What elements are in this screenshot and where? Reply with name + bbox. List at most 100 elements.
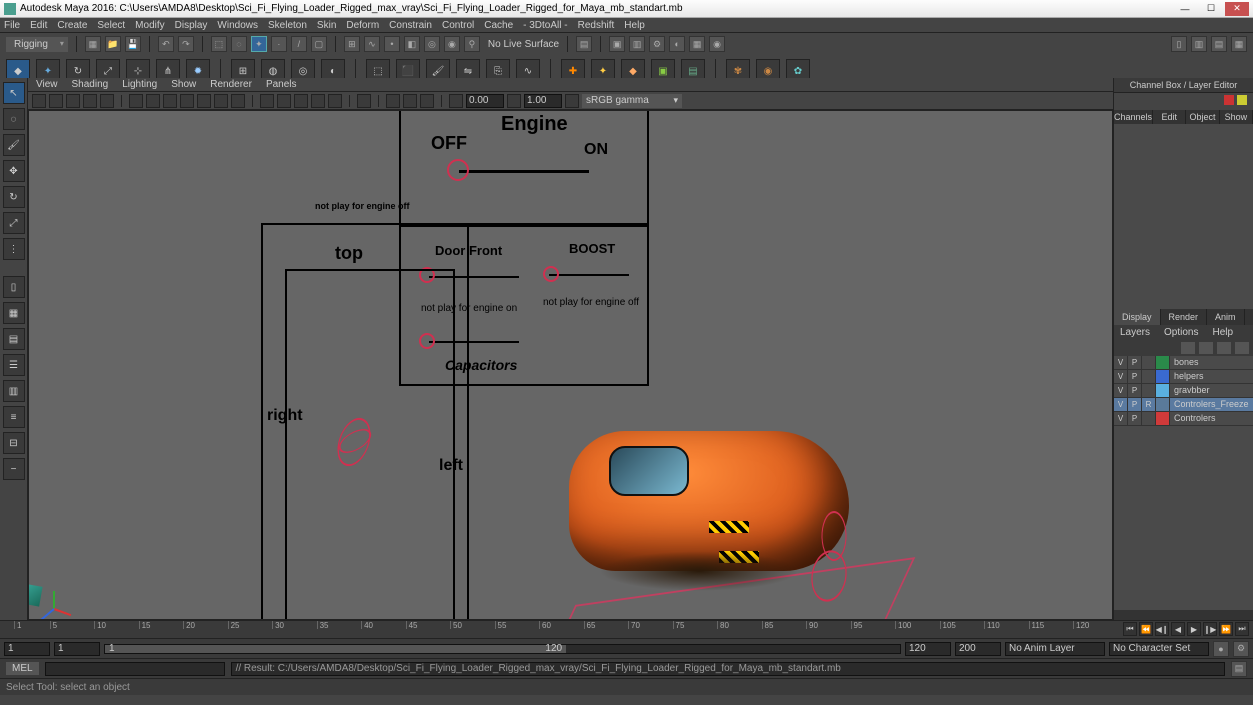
layout-outline-button[interactable]: ☰	[3, 354, 25, 376]
menu-select[interactable]: Select	[97, 20, 125, 31]
paint-tool-button[interactable]: 🖌	[3, 134, 25, 156]
vp-xray-comp-icon[interactable]	[420, 94, 434, 108]
snap-grid-icon[interactable]: ⊞	[344, 36, 360, 52]
vp-gamma-icon[interactable]	[507, 94, 521, 108]
snap-point-icon[interactable]: •	[384, 36, 400, 52]
menu-control[interactable]: Control	[442, 20, 474, 31]
render-frame-icon[interactable]: ▣	[609, 36, 625, 52]
layer-playback-toggle[interactable]: P	[1128, 412, 1142, 425]
go-to-start-button[interactable]: ⏮	[1123, 622, 1137, 636]
open-scene-icon[interactable]: 📁	[105, 36, 121, 52]
lasso-tool-button[interactable]: ◌	[3, 108, 25, 130]
vp-safe-action-icon[interactable]	[214, 94, 228, 108]
character-set-dropdown[interactable]: No Character Set	[1109, 642, 1209, 656]
cb-tab-edit[interactable]: Edit	[1153, 110, 1186, 124]
layer-ref-toggle[interactable]	[1142, 384, 1156, 397]
layer-scrollbar[interactable]	[1114, 610, 1253, 620]
layer-menu-options[interactable]: Options	[1164, 327, 1198, 338]
layer-row-controlers[interactable]: VPControlers	[1114, 412, 1253, 426]
select-face-icon[interactable]: ▢	[311, 36, 327, 52]
hypershade-icon[interactable]: ◐	[669, 36, 685, 52]
panel-layout-2-icon[interactable]: ▥	[1191, 36, 1207, 52]
snap-curve-icon[interactable]: ∿	[364, 36, 380, 52]
layout-custom-button[interactable]: ⊟	[3, 432, 25, 454]
select-edge-icon[interactable]: /	[291, 36, 307, 52]
layer-visible-toggle[interactable]: V	[1114, 370, 1128, 383]
layer-color-swatch[interactable]	[1156, 384, 1170, 397]
layer-playback-toggle[interactable]: P	[1128, 384, 1142, 397]
panel-layout-1-icon[interactable]: ▯	[1171, 36, 1187, 52]
vp-textured-icon[interactable]	[294, 94, 308, 108]
layer-color-swatch[interactable]	[1156, 412, 1170, 425]
range-slider[interactable]: 1120	[104, 644, 901, 654]
layer-tab-display[interactable]: Display	[1114, 309, 1161, 325]
viewport[interactable]: Engine OFF ON not play for engine off Do…	[28, 110, 1113, 620]
paint-select-icon[interactable]: ✦	[251, 36, 267, 52]
panel-menu-panels[interactable]: Panels	[266, 79, 297, 90]
vp-image-plane-icon[interactable]	[66, 94, 80, 108]
range-start-field[interactable]: 1	[54, 642, 100, 656]
step-back-key-button[interactable]: ⏪	[1139, 622, 1153, 636]
layer-menu-help[interactable]: Help	[1212, 327, 1233, 338]
menu-dtoall[interactable]: - 3DtoAll -	[523, 20, 567, 31]
panel-menu-shading[interactable]: Shading	[72, 79, 109, 90]
exposure-value[interactable]: 0.00	[466, 94, 504, 108]
menu-cache[interactable]: Cache	[484, 20, 513, 31]
step-fwd-key-button[interactable]: ⏩	[1219, 622, 1233, 636]
vp-wireframe-icon[interactable]	[260, 94, 274, 108]
play-forward-button[interactable]: ▶	[1187, 622, 1201, 636]
vp-2d-pan-icon[interactable]	[83, 94, 97, 108]
layer-new-empty-icon[interactable]	[1217, 342, 1231, 354]
layer-menu-layers[interactable]: Layers	[1120, 327, 1150, 338]
vp-select-camera-icon[interactable]	[32, 94, 46, 108]
vp-view-transform-icon[interactable]	[565, 94, 579, 108]
menu-help[interactable]: Help	[624, 20, 645, 31]
render-settings-icon[interactable]: ⚙	[649, 36, 665, 52]
last-tool-button[interactable]: ⋮	[3, 238, 25, 260]
vp-safe-title-icon[interactable]	[231, 94, 245, 108]
time-slider[interactable]: 1510152025303540455055606570758085909510…	[0, 621, 1253, 639]
snap-live-icon[interactable]: ◉	[444, 36, 460, 52]
cb-tab-object[interactable]: Object	[1186, 110, 1219, 124]
vp-shadows-icon[interactable]	[328, 94, 342, 108]
move-tool-button[interactable]: ✥	[3, 160, 25, 182]
snap-view-icon[interactable]: ◎	[424, 36, 440, 52]
layer-tab-render[interactable]: Render	[1161, 309, 1208, 325]
select-mode-icon[interactable]: ⬚	[211, 36, 227, 52]
vp-grid-icon[interactable]	[129, 94, 143, 108]
vp-bookmark-icon[interactable]	[49, 94, 63, 108]
layout-graph-button[interactable]: ≡	[3, 406, 25, 428]
scale-tool-button[interactable]: ⤢	[3, 212, 25, 234]
cb-yellow-icon[interactable]	[1237, 95, 1247, 105]
layer-tab-anim[interactable]: Anim	[1207, 309, 1245, 325]
panel-menu-renderer[interactable]: Renderer	[210, 79, 252, 90]
prefs-button[interactable]: ⚙	[1233, 641, 1249, 657]
close-button[interactable]: ✕	[1225, 2, 1249, 16]
layer-playback-toggle[interactable]: P	[1128, 398, 1142, 411]
layer-row-bones[interactable]: VPbones	[1114, 356, 1253, 370]
layout-minus-button[interactable]: −	[3, 458, 25, 480]
vp-lights-icon[interactable]	[311, 94, 325, 108]
auto-key-button[interactable]: ●	[1213, 641, 1229, 657]
magnet-icon[interactable]: ⚲	[464, 36, 480, 52]
select-vertex-icon[interactable]: ·	[271, 36, 287, 52]
menu-deform[interactable]: Deform	[346, 20, 379, 31]
panel-layout-4-icon[interactable]: ▦	[1231, 36, 1247, 52]
maximize-button[interactable]: ☐	[1199, 2, 1223, 16]
menu-constrain[interactable]: Constrain	[389, 20, 432, 31]
lasso-select-icon[interactable]: ◌	[231, 36, 247, 52]
layer-playback-toggle[interactable]: P	[1128, 356, 1142, 369]
gamma-value[interactable]: 1.00	[524, 94, 562, 108]
anim-end-field[interactable]: 200	[955, 642, 1001, 656]
minimize-button[interactable]: —	[1173, 2, 1197, 16]
rotate-tool-button[interactable]: ↻	[3, 186, 25, 208]
step-back-frame-button[interactable]: ◀❙	[1155, 622, 1169, 636]
menu-display[interactable]: Display	[175, 20, 208, 31]
menu-edit[interactable]: Edit	[30, 20, 47, 31]
vp-exposure-icon[interactable]	[449, 94, 463, 108]
play-back-button[interactable]: ◀	[1171, 622, 1185, 636]
vp-xray-joints-icon[interactable]	[403, 94, 417, 108]
construction-history-icon[interactable]: ▤	[576, 36, 592, 52]
menu-skeleton[interactable]: Skeleton	[268, 20, 307, 31]
layer-visible-toggle[interactable]: V	[1114, 412, 1128, 425]
